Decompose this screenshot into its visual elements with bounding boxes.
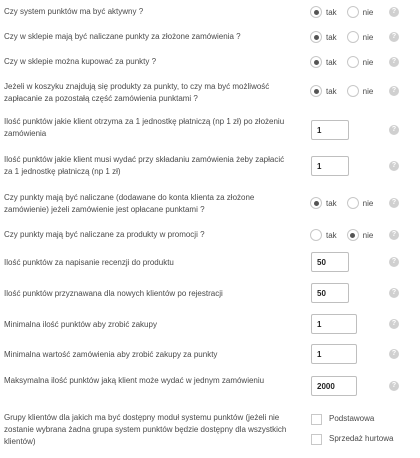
radio-yes-label: tak [326, 86, 337, 96]
question-circle-icon[interactable]: ? [389, 381, 399, 391]
question-circle-icon[interactable]: ? [389, 86, 399, 96]
radio-yes-label: tak [326, 7, 337, 17]
question-circle-icon[interactable]: ? [389, 32, 399, 42]
review-points-input[interactable] [311, 252, 349, 272]
radio-no-label: nie [362, 7, 374, 17]
setting-label: Czy w sklepie mają być naliczane punkty … [4, 32, 241, 41]
radio-yes-label: tak [326, 32, 337, 42]
question-circle-icon[interactable]: ? [389, 7, 399, 17]
radio-no[interactable] [346, 85, 359, 97]
setting-label: Ilość punktów jakie klient otrzyma za 1 … [4, 117, 285, 138]
question-circle-icon[interactable]: ? [389, 125, 399, 135]
question-circle-icon[interactable]: ? [389, 349, 399, 359]
group-checkbox-sprzedaz-hurtowa[interactable] [311, 434, 322, 445]
registration-points-input[interactable] [311, 283, 349, 303]
question-circle-icon[interactable]: ? [389, 230, 399, 240]
radio-no-label: nie [362, 57, 374, 67]
setting-label: Czy punkty mają być naliczane za produkt… [4, 230, 205, 239]
group-checkbox-label: Sprzedaż hurtowa [329, 434, 394, 443]
radio-no-label: nie [362, 198, 374, 208]
radio-yes[interactable] [310, 6, 322, 18]
radio-no-label: nie [362, 32, 374, 42]
radio-yes[interactable] [310, 229, 322, 241]
setting-label: Maksymalna ilość punktów jaką klient moż… [4, 376, 265, 385]
radio-yes[interactable] [310, 31, 322, 43]
question-circle-icon[interactable]: ? [389, 57, 399, 67]
question-circle-icon[interactable]: ? [389, 288, 399, 298]
radio-no-label: nie [362, 86, 374, 96]
radio-yes[interactable] [310, 85, 322, 97]
radio-no[interactable] [346, 229, 359, 241]
setting-label: Jeżeli w koszyku znajdują się produkty z… [4, 82, 270, 103]
radio-yes[interactable] [310, 197, 322, 209]
setting-label: Ilość punktów jakie klient musi wydać pr… [4, 155, 285, 176]
setting-label: Czy w sklepie można kupować za punkty ? [4, 57, 157, 66]
radio-yes[interactable] [310, 56, 322, 68]
group-checkbox-podstawowa[interactable] [311, 414, 322, 425]
radio-yes-label: tak [326, 198, 337, 208]
question-circle-icon[interactable]: ? [389, 161, 399, 171]
radio-no[interactable] [346, 31, 359, 43]
radio-no[interactable] [346, 56, 359, 68]
points-spent-input[interactable] [311, 156, 349, 176]
setting-label: Ilość punktów za napisanie recenzji do p… [4, 258, 174, 267]
radio-yes-label: tak [326, 57, 337, 67]
setting-label: Grupy klientów dla jakich ma być dostępn… [4, 413, 287, 446]
min-points-input[interactable] [311, 314, 357, 334]
setting-label: Czy punkty mają być naliczane (dodawane … [4, 193, 255, 214]
group-checkbox-label: Podstawowa [329, 414, 375, 423]
radio-yes-label: tak [326, 230, 337, 240]
radio-no[interactable] [346, 6, 359, 18]
setting-label: Minimalna ilość punktów aby zrobić zakup… [4, 320, 157, 329]
setting-label: Minimalna wartość zamówienia aby zrobić … [4, 350, 218, 359]
setting-label: Ilość punktów przyznawana dla nowych kli… [4, 289, 223, 298]
max-points-input[interactable] [311, 376, 357, 396]
question-circle-icon[interactable]: ? [389, 319, 399, 329]
min-order-value-input[interactable] [311, 344, 357, 364]
question-circle-icon[interactable]: ? [389, 257, 399, 267]
radio-no-label: nie [362, 230, 374, 240]
radio-no[interactable] [346, 197, 359, 209]
setting-label: Czy system punktów ma być aktywny ? [4, 7, 144, 16]
question-circle-icon[interactable]: ? [389, 198, 399, 208]
points-earned-input[interactable] [311, 120, 349, 140]
